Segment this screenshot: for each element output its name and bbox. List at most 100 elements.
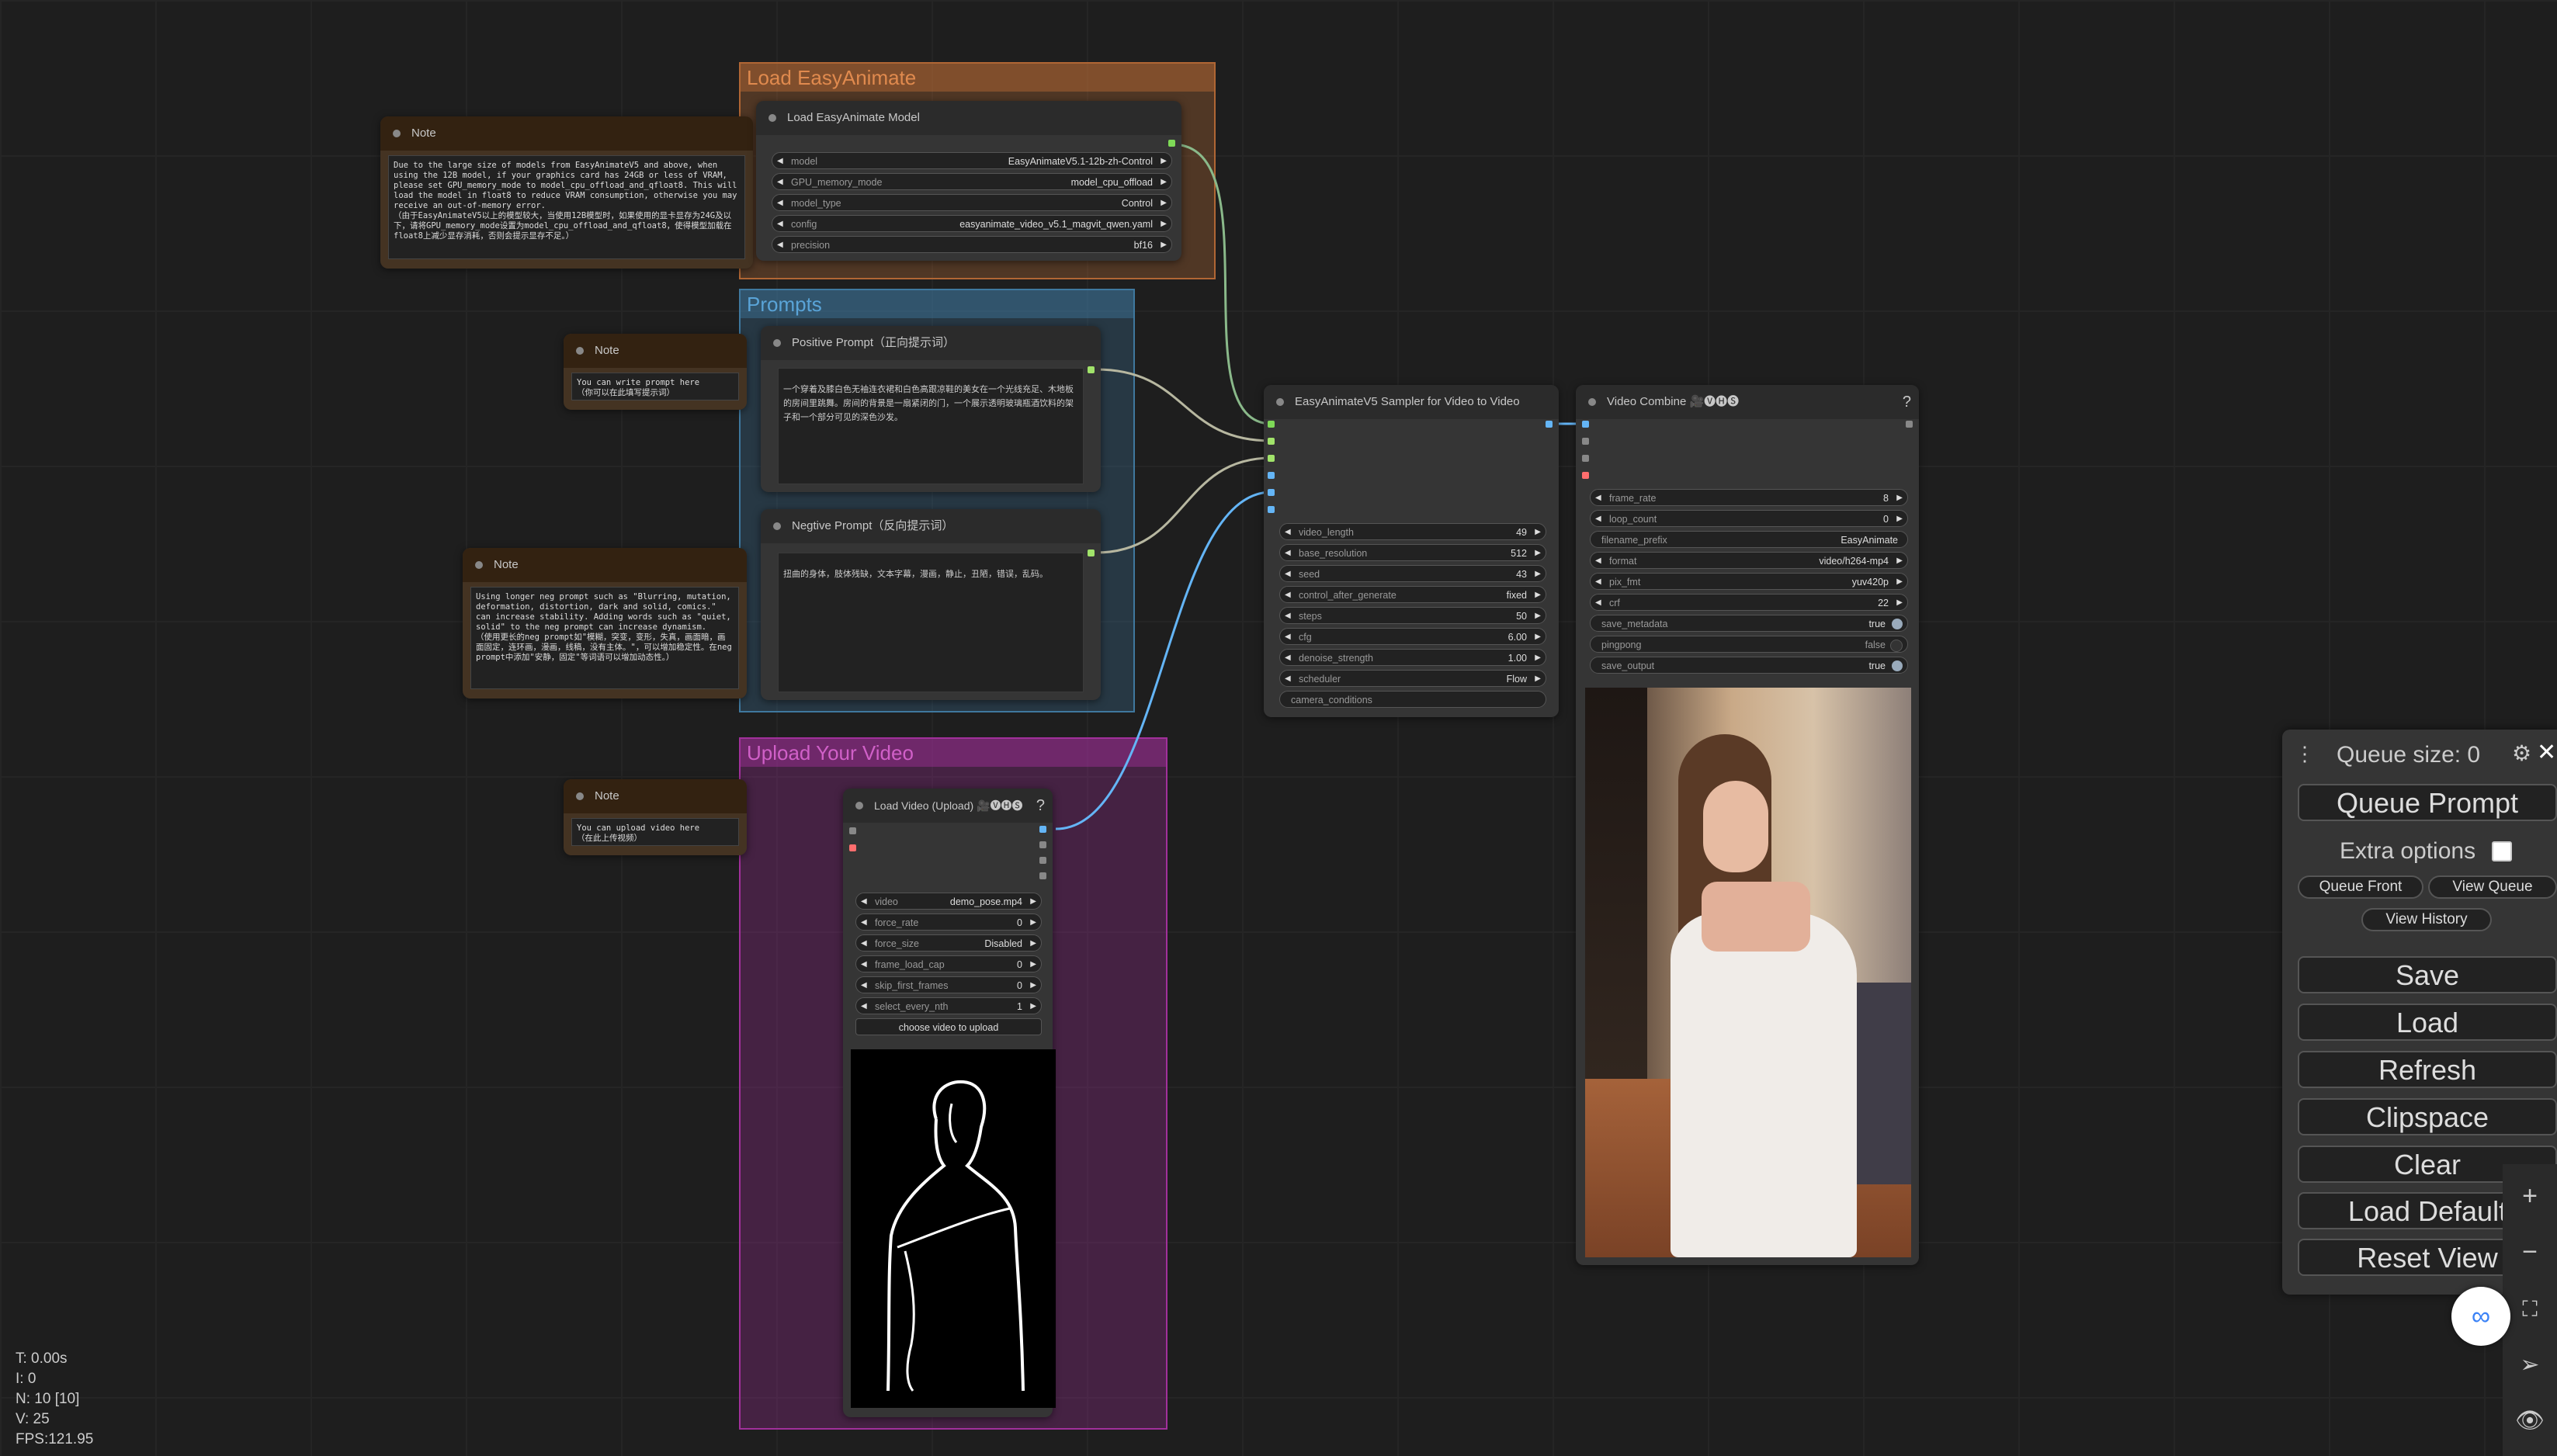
input-slot-meta-batch[interactable] <box>849 827 856 834</box>
input-slot-model[interactable] <box>1268 421 1275 428</box>
toggle-link-visibility-icon[interactable]: 👁 <box>2514 1405 2546 1437</box>
widget-cfg[interactable]: cfg6.00 <box>1279 628 1546 646</box>
widget-force-size[interactable]: force_sizeDisabled <box>855 934 1042 952</box>
queue-front-button[interactable]: Queue Front <box>2298 875 2423 899</box>
widget-model[interactable]: modelEasyAnimateV5.1-12b-zh-Control <box>772 152 1172 170</box>
help-icon[interactable]: ? <box>1903 385 1911 419</box>
note-node-prompt[interactable]: Note You can write prompt here （你可以在此填写提… <box>564 334 747 410</box>
note-node-neg-prompt[interactable]: Note Using longer neg prompt such as "Bl… <box>463 548 747 699</box>
widget-precision[interactable]: precisionbf16 <box>772 236 1172 254</box>
widget-format[interactable]: formatvideo/h264-mp4 <box>1590 552 1908 570</box>
output-slot-model[interactable] <box>1168 140 1175 147</box>
widget-control-after-generate[interactable]: control_after_generatefixed <box>1279 586 1546 604</box>
input-slot-meta-batch[interactable] <box>1582 455 1589 462</box>
input-slot-audio[interactable] <box>1582 438 1589 445</box>
widget-crf[interactable]: crf22 <box>1590 594 1908 612</box>
widget-scheduler[interactable]: schedulerFlow <box>1279 670 1546 688</box>
widget-base-resolution[interactable]: base_resolution512 <box>1279 544 1546 562</box>
note-text[interactable]: You can upload video here （在此上传视频） <box>571 818 739 846</box>
view-queue-button[interactable]: View Queue <box>2428 875 2557 899</box>
widget-model-type[interactable]: model_typeControl <box>772 194 1172 212</box>
stat-time: T: 0.00s <box>16 1350 68 1367</box>
toggle-save-output[interactable]: save_output true <box>1590 657 1908 674</box>
widget-frame-rate[interactable]: frame_rate8 <box>1590 489 1908 507</box>
widget-loop-count[interactable]: loop_count0 <box>1590 510 1908 528</box>
output-slot-frame-count[interactable] <box>1039 841 1046 848</box>
input-slot-control-video[interactable] <box>1268 489 1275 496</box>
video-combine-node[interactable]: Video Combine 🎥🅥🅗🅢? frame_rate8 loop_cou… <box>1576 385 1919 1265</box>
output-slot-audio[interactable] <box>1039 857 1046 864</box>
drag-handle-icon[interactable]: ⋮ <box>2295 742 2315 766</box>
widget-skip-first-frames[interactable]: skip_first_frames0 <box>855 976 1042 994</box>
group-title: Prompts <box>741 290 1133 318</box>
widget-filename-prefix[interactable]: filename_prefix EasyAnimate <box>1590 531 1908 548</box>
video-preview[interactable] <box>1585 688 1911 1257</box>
stat-iterations: I: 0 <box>16 1371 36 1387</box>
close-icon[interactable]: ✕ <box>2537 739 2556 766</box>
widget-frame-load-cap[interactable]: frame_load_cap0 <box>855 955 1042 973</box>
easyanimate-sampler-node[interactable]: EasyAnimateV5 Sampler for Video to Video… <box>1264 385 1559 717</box>
stat-fps: FPS:121.95 <box>16 1431 94 1447</box>
note-text[interactable]: Using longer neg prompt such as "Blurrin… <box>470 587 739 689</box>
widget-video[interactable]: videodemo_pose.mp4 <box>855 893 1042 910</box>
pose-outline-image <box>886 1080 1025 1392</box>
queue-size-label: Queue size: 0 <box>2337 742 2481 768</box>
input-slot-negative-prompt[interactable] <box>1268 455 1275 462</box>
output-slot-conditioning[interactable] <box>1088 366 1095 373</box>
canvas-stats: T: 0.00s I: 0 N: 10 [10] V: 25 FPS:121.9… <box>16 1349 93 1450</box>
load-easyanimate-model-node[interactable]: Load EasyAnimate Model modelEasyAnimateV… <box>756 101 1181 261</box>
input-slot-images[interactable] <box>1582 421 1589 428</box>
queue-prompt-button[interactable]: Queue Prompt <box>2298 784 2557 821</box>
input-slot-vae[interactable] <box>1582 472 1589 479</box>
extra-options-checkbox[interactable] <box>2492 841 2512 861</box>
negative-prompt-textarea[interactable]: 扭曲的身体，肢体残缺，文本字幕，漫画，静止，丑陋，错误，乱码。 <box>778 553 1084 692</box>
toggle-pingpong[interactable]: pingpong false <box>1590 636 1908 653</box>
output-slot-filenames[interactable] <box>1906 421 1913 428</box>
zoom-out-icon[interactable]: − <box>2514 1236 2546 1268</box>
note-node-model[interactable]: Note Due to the large size of models fro… <box>380 116 753 269</box>
link-toggle-icon[interactable]: ∞ <box>2451 1287 2510 1346</box>
widget-gpu-memory-mode[interactable]: GPU_memory_modemodel_cpu_offload <box>772 173 1172 191</box>
node-title: EasyAnimateV5 Sampler for Video to Video <box>1264 385 1559 419</box>
output-slot-video-info[interactable] <box>1039 872 1046 879</box>
negative-prompt-node[interactable]: Negtive Prompt（反向提示词） 扭曲的身体，肢体残缺，文本字幕，漫画… <box>761 509 1101 700</box>
positive-prompt-textarea[interactable]: 一个穿着及膝白色无袖连衣裙和白色高跟凉鞋的美女在一个光线充足、木地板的房间里跳舞… <box>778 368 1084 484</box>
widget-steps[interactable]: steps50 <box>1279 607 1546 625</box>
input-slot-ref-image[interactable] <box>1268 506 1275 513</box>
note-text[interactable]: You can write prompt here （你可以在此填写提示词） <box>571 373 739 400</box>
fit-view-icon[interactable]: ⛶ <box>2514 1293 2546 1326</box>
zoom-in-icon[interactable]: + <box>2514 1180 2546 1212</box>
load-video-node[interactable]: Load Video (Upload) 🎥🅥🅗🅢? videodemo_pose… <box>843 789 1056 1417</box>
widget-select-every-nth[interactable]: select_every_nth1 <box>855 997 1042 1015</box>
help-icon[interactable]: ? <box>1036 789 1045 823</box>
widget-seed[interactable]: seed43 <box>1279 565 1546 583</box>
output-slot-image[interactable] <box>1039 826 1046 833</box>
widget-video-length[interactable]: video_length49 <box>1279 523 1546 541</box>
clipspace-button[interactable]: Clipspace <box>2298 1098 2557 1135</box>
note-title: Note <box>564 334 747 368</box>
widget-denoise-strength[interactable]: denoise_strength1.00 <box>1279 649 1546 667</box>
positive-prompt-node[interactable]: Positive Prompt（正向提示词） 一个穿着及膝白色无袖连衣裙和白色高… <box>761 326 1101 492</box>
input-slot-prompt[interactable] <box>1268 438 1275 445</box>
output-slot-conditioning[interactable] <box>1088 549 1095 556</box>
output-slot-images[interactable] <box>1546 421 1553 428</box>
load-button[interactable]: Load <box>2298 1004 2557 1041</box>
video-thumbnail[interactable] <box>851 1049 1056 1408</box>
select-pointer-icon[interactable]: ➢ <box>2514 1349 2546 1381</box>
note-title: Note <box>380 116 753 151</box>
toggle-save-metadata[interactable]: save_metadata true <box>1590 615 1908 632</box>
input-slot-vae[interactable] <box>849 844 856 851</box>
refresh-button[interactable]: Refresh <box>2298 1051 2557 1088</box>
widget-force-rate[interactable]: force_rate0 <box>855 913 1042 931</box>
settings-gear-icon[interactable]: ⚙ <box>2512 740 2531 766</box>
input-slot-validation-video[interactable] <box>1268 472 1275 479</box>
view-history-button[interactable]: View History <box>2361 908 2492 931</box>
widget-pix-fmt[interactable]: pix_fmtyuv420p <box>1590 573 1908 591</box>
group-title: Load EasyAnimate <box>741 64 1214 92</box>
note-text[interactable]: Due to the large size of models from Eas… <box>388 155 745 259</box>
widget-config[interactable]: configeasyanimate_video_v5.1_magvit_qwen… <box>772 215 1172 233</box>
note-node-upload[interactable]: Note You can upload video here （在此上传视频） <box>564 779 747 855</box>
choose-video-upload-button[interactable]: choose video to upload <box>855 1018 1042 1035</box>
save-button[interactable]: Save <box>2298 956 2557 993</box>
widget-camera-conditions[interactable]: camera_conditions <box>1279 691 1546 708</box>
